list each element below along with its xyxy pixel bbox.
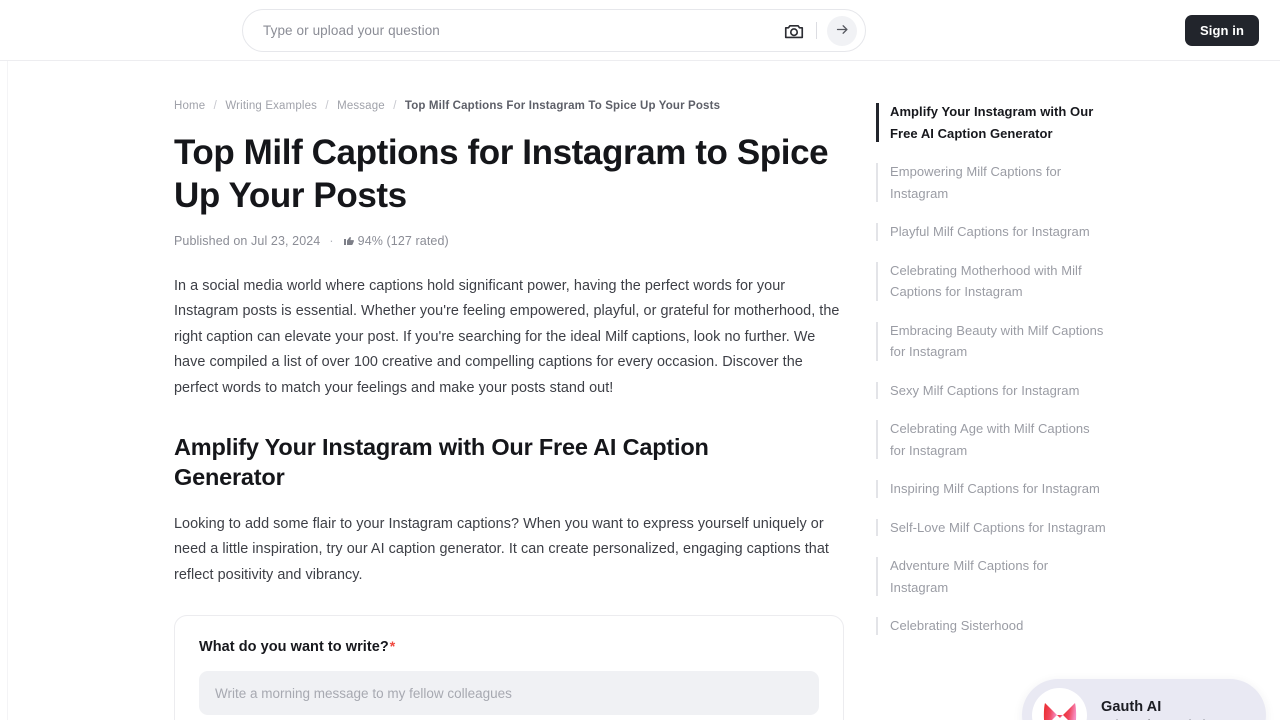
- meta-separator: ·: [329, 234, 334, 248]
- left-gutter-divider: [7, 61, 8, 720]
- generator-form-card: What do you want to write?*: [174, 615, 844, 720]
- toc-item[interactable]: Self-Love Milf Captions for Instagram: [876, 517, 1106, 539]
- toc-item[interactable]: Celebrating Motherhood with Milf Caption…: [876, 260, 1106, 303]
- search-bar[interactable]: [242, 9, 866, 52]
- page-body: Home / Writing Examples / Message / Top …: [0, 61, 1280, 720]
- breadcrumb-item-message[interactable]: Message: [337, 100, 385, 112]
- toc-item[interactable]: Sexy Milf Captions for Instagram: [876, 380, 1106, 402]
- breadcrumb-separator: /: [325, 100, 329, 112]
- arrow-right-icon: [835, 22, 850, 40]
- camera-icon[interactable]: [783, 20, 805, 42]
- toc-item-label: Empowering Milf Captions for Instagram: [890, 164, 1062, 201]
- thumbs-up-icon: [343, 234, 358, 248]
- published-date: Published on Jul 23, 2024: [174, 234, 321, 248]
- toc-item[interactable]: Empowering Milf Captions for Instagram: [876, 161, 1106, 204]
- toc-item-label: Celebrating Sisterhood: [890, 618, 1024, 633]
- form-label-text: What do you want to write?: [199, 639, 389, 656]
- toc-item-label: Celebrating Motherhood with Milf Caption…: [890, 262, 1082, 300]
- breadcrumb-separator: /: [393, 100, 397, 112]
- toc-item[interactable]: Inspiring Milf Captions for Instagram: [876, 478, 1106, 500]
- article-meta: Published on Jul 23, 2024 · 94% (127 rat…: [174, 234, 844, 248]
- toc-item-label: Playful Milf Captions for Instagram: [890, 224, 1090, 239]
- breadcrumb-item-home[interactable]: Home: [174, 100, 205, 112]
- toc-item-label: Self-Love Milf Captions for Instagram: [890, 519, 1106, 535]
- toc-item-label: Embracing Beauty with Milf Captions for …: [890, 322, 1104, 360]
- toc-item[interactable]: Celebrating Sisterhood: [876, 615, 1106, 637]
- section-paragraph: Looking to add some flair to your Instag…: [174, 516, 829, 583]
- toc-item-label: Sexy Milf Captions for Instagram: [890, 382, 1080, 398]
- section-heading: Amplify Your Instagram with Our Free AI …: [174, 434, 709, 491]
- write-prompt-textarea[interactable]: [199, 671, 819, 716]
- toc-item[interactable]: Embracing Beauty with Milf Captions for …: [876, 320, 1106, 363]
- toc-item-label: Inspiring Milf Captions for Instagram: [890, 481, 1100, 496]
- breadcrumb-item-current: Top Milf Captions For Instagram To Spice…: [404, 100, 721, 112]
- toc-item-label: Amplify Your Instagram with Our Free AI …: [890, 104, 1094, 141]
- rating-value: 94% (127 rated): [357, 234, 449, 248]
- toc-item[interactable]: Adventure Milf Captions for Instagram: [876, 555, 1106, 598]
- toc-item-label: Celebrating Age with Milf Captions for I…: [890, 421, 1090, 458]
- page-title: Top Milf Captions for Instagram to Spice…: [174, 133, 829, 215]
- gauth-butterfly-logo-icon: [1032, 687, 1087, 720]
- table-of-contents: Amplify Your Instagram with Our Free AI …: [876, 101, 1106, 654]
- search-submit-button[interactable]: [827, 15, 857, 46]
- top-header: Sign in: [0, 0, 1280, 61]
- breadcrumb: Home / Writing Examples / Message / Top …: [174, 99, 844, 113]
- toc-item[interactable]: Amplify Your Instagram with Our Free AI …: [876, 101, 1106, 144]
- toc-item-label: Adventure Milf Captions for Instagram: [890, 558, 1049, 595]
- gauth-ai-chat-widget[interactable]: Gauth AI Ask me for any help!: [1022, 679, 1266, 720]
- form-label: What do you want to write?*: [199, 638, 819, 655]
- search-divider: [816, 22, 817, 39]
- search-input[interactable]: [263, 23, 783, 38]
- toc-item[interactable]: Celebrating Age with Milf Captions for I…: [876, 418, 1106, 461]
- breadcrumb-item-writing-examples[interactable]: Writing Examples: [225, 100, 317, 112]
- required-marker: *: [389, 638, 396, 655]
- chat-widget-text: Gauth AI Ask me for any help!: [1101, 699, 1216, 720]
- article-column: Home / Writing Examples / Message / Top …: [174, 99, 844, 720]
- intro-paragraph: In a social media world where captions h…: [174, 278, 840, 396]
- chat-widget-title: Gauth AI: [1101, 698, 1162, 715]
- toc-item[interactable]: Playful Milf Captions for Instagram: [876, 221, 1106, 243]
- breadcrumb-separator: /: [213, 100, 217, 112]
- signin-button[interactable]: Sign in: [1184, 15, 1259, 46]
